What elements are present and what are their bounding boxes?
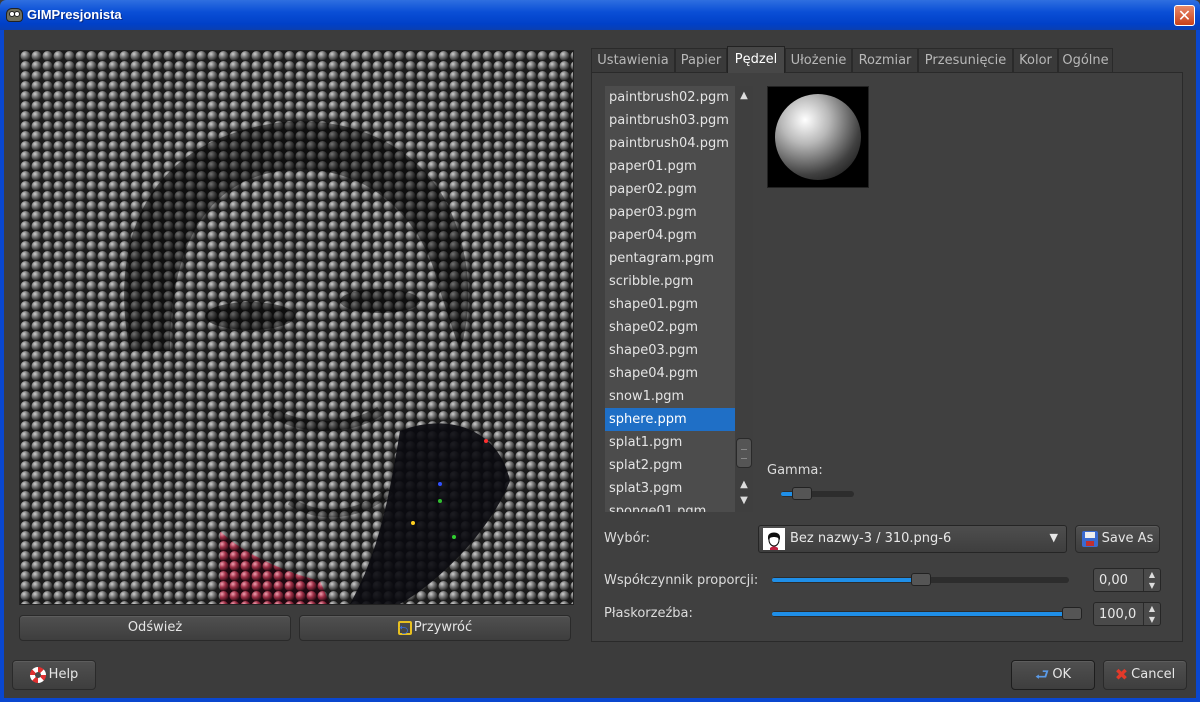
restore-icon [397, 618, 412, 642]
brush-list-item[interactable]: sponge01.pgm [605, 500, 735, 512]
brush-list-item[interactable]: shape03.pgm [605, 339, 735, 362]
brush-list-item[interactable]: paper02.pgm [605, 178, 735, 201]
brush-list[interactable]: paintbrush02.pgm paintbrush03.pgm paintbru… [605, 86, 735, 512]
restore-button[interactable]: Przywróć [299, 615, 571, 642]
gamma-slider-knob[interactable] [792, 487, 812, 500]
brush-list-item[interactable]: sphere.ppm [605, 408, 735, 431]
gimp-app-icon [6, 8, 23, 22]
brush-list-item[interactable]: splat1.pgm [605, 431, 735, 454]
scrollbar-thumb[interactable] [736, 438, 752, 468]
tab-przesuniecie[interactable]: Przesunięcie [918, 48, 1013, 72]
aspect-ratio-value: 0,00 [1099, 573, 1128, 588]
brush-list-item[interactable]: paintbrush02.pgm [605, 86, 735, 109]
tab-rozmiar[interactable]: Rozmiar [852, 48, 918, 72]
close-window-button[interactable]: ✕ [1174, 5, 1195, 26]
relief-spinbox[interactable]: 100,0 ▲ ▼ [1093, 602, 1161, 626]
brush-list-item[interactable]: snow1.pgm [605, 385, 735, 408]
relief-value: 100,0 [1099, 607, 1137, 622]
brush-list-item[interactable]: paper03.pgm [605, 201, 735, 224]
brush-preview [767, 86, 869, 188]
tab-kolor[interactable]: Kolor [1013, 48, 1058, 72]
brush-list-item[interactable]: shape04.pgm [605, 362, 735, 385]
image-thumbnail-icon [763, 528, 785, 550]
brush-list-item[interactable]: splat3.pgm [605, 477, 735, 500]
aspect-ratio-slider[interactable] [772, 573, 1069, 586]
spin-up-icon[interactable]: ▲ [1144, 569, 1160, 580]
relief-slider-fill [772, 612, 1072, 616]
aspect-ratio-slider-fill [772, 578, 921, 582]
help-label: Help [48, 667, 79, 682]
scroll-up-arrow-icon-secondary[interactable]: ▲ [735, 477, 753, 493]
scroll-up-arrow-icon[interactable]: ▲ [735, 88, 753, 104]
tab-papier[interactable]: Papier [675, 48, 727, 72]
brush-list-item[interactable]: scribble.pgm [605, 270, 735, 293]
window-title: GIMPresjonista [27, 7, 122, 22]
selection-value: Bez nazwy-3 / 310.png-6 [790, 531, 952, 546]
preview-canvas [20, 51, 573, 604]
ok-label: OK [1052, 667, 1072, 682]
brush-list-item[interactable]: pentagram.pgm [605, 247, 735, 270]
relief-slider-knob[interactable] [1062, 607, 1082, 620]
lifebuoy-icon [29, 667, 46, 683]
relief-label: Płaskorzeźba: [604, 606, 693, 621]
spin-up-icon[interactable]: ▲ [1144, 603, 1160, 614]
sphere-brush-icon [775, 94, 861, 180]
brush-list-item[interactable]: paper01.pgm [605, 155, 735, 178]
selection-combo[interactable]: Bez nazwy-3 / 310.png-6 ▼ [758, 525, 1067, 553]
enter-arrow-icon: ⮐ [1034, 665, 1050, 684]
help-button[interactable]: Help [12, 660, 96, 690]
tab-ogolne[interactable]: Ogólne [1058, 48, 1113, 72]
chevron-down-icon: ▼ [1049, 531, 1058, 544]
window-border-bottom [0, 698, 1200, 702]
aspect-ratio-spinbox[interactable]: 0,00 ▲ ▼ [1093, 568, 1161, 592]
gamma-slider[interactable] [781, 487, 854, 500]
cancel-x-icon: ✖ [1114, 665, 1129, 684]
preview-image [19, 50, 574, 605]
spin-down-icon[interactable]: ▼ [1144, 614, 1160, 625]
brush-list-item[interactable]: paintbrush04.pgm [605, 132, 735, 155]
tab-ulozenie[interactable]: Ułożenie [785, 48, 852, 72]
brush-list-item[interactable]: paper04.pgm [605, 224, 735, 247]
cancel-button[interactable]: ✖ Cancel [1103, 660, 1187, 690]
aspect-ratio-slider-knob[interactable] [911, 573, 931, 586]
save-as-label: Save As [1101, 531, 1154, 546]
brush-list-item[interactable]: shape02.pgm [605, 316, 735, 339]
tab-ustawienia[interactable]: Ustawienia [591, 48, 675, 72]
ok-button[interactable]: ⮐ OK [1011, 660, 1095, 690]
refresh-label: Odśwież [127, 620, 183, 635]
relief-slider[interactable] [772, 607, 1082, 620]
brush-list-item[interactable]: paintbrush03.pgm [605, 109, 735, 132]
brush-list-item[interactable]: shape01.pgm [605, 293, 735, 316]
tab-pedzel[interactable]: Pędzel [727, 46, 785, 73]
selection-label: Wybór: [604, 531, 651, 546]
window-border-right [1196, 30, 1200, 702]
title-bar[interactable]: GIMPresjonista ✕ [0, 0, 1200, 30]
window-border-left [0, 30, 4, 702]
spin-down-icon[interactable]: ▼ [1144, 580, 1160, 591]
save-icon [1081, 531, 1098, 547]
restore-label: Przywróć [413, 620, 473, 635]
brush-list-scrollbar[interactable]: ▲ ▲ ▼ [735, 86, 753, 512]
scroll-down-arrow-icon[interactable]: ▼ [735, 493, 753, 509]
brush-list-item[interactable]: splat2.pgm [605, 454, 735, 477]
refresh-button[interactable]: Odśwież [19, 615, 291, 641]
aspect-ratio-label: Współczynnik proporcji: [604, 573, 759, 588]
save-as-button[interactable]: Save As [1075, 525, 1160, 553]
cancel-label: Cancel [1131, 667, 1176, 682]
gamma-label: Gamma: [767, 463, 823, 478]
